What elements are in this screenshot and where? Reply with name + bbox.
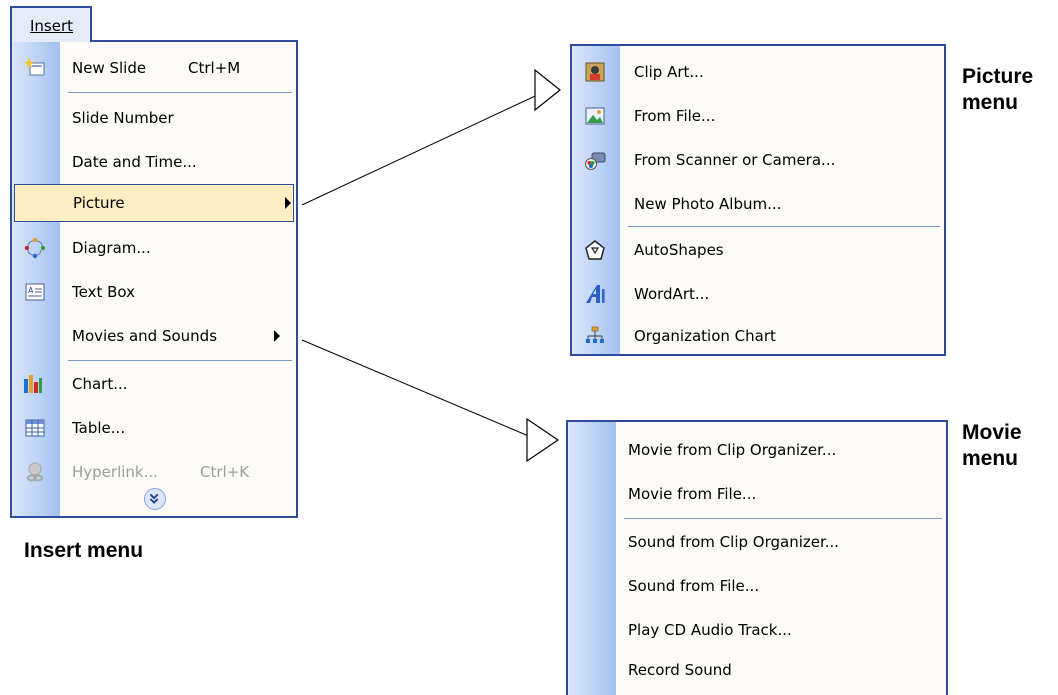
picture-menu-caption: Picture menu [962,65,1034,114]
menu-item-from-file[interactable]: From File... [572,94,944,138]
insert-menu-title-label: Insert [30,17,74,35]
menu-item-play-cd-audio-track[interactable]: Play CD Audio Track... [568,608,946,652]
menu-item-sound-from-clip-organizer[interactable]: Sound from Clip Organizer... [568,520,946,564]
menu-item-picture[interactable]: Picture [14,184,294,222]
play-cd-audio-track-label: Play CD Audio Track... [628,621,792,639]
submenu-arrow-icon [274,330,280,342]
insert-menu-caption: Insert menu [24,539,144,562]
movies-and-sounds-label: Movies and Sounds [72,327,218,345]
picture-label: Picture [73,194,125,212]
new-slide-shortcut: Ctrl+M [188,59,241,77]
wordart-label: WordArt... [634,285,710,303]
diagram-icon [24,237,46,259]
svg-text:A: A [28,286,34,295]
menu-item-clip-art[interactable]: Clip Art... [572,50,944,94]
hyperlink-label: Hyperlink... [72,463,158,481]
clip-art-icon [585,62,605,82]
clip-art-label: Clip Art... [634,63,704,81]
from-file-label: From File... [634,107,716,125]
menu-item-record-sound[interactable]: Record Sound [568,648,946,692]
menu-item-chart[interactable]: Chart... [12,362,296,406]
sound-from-file-label: Sound from File... [628,577,760,595]
menu-item-sound-from-file[interactable]: Sound from File... [568,564,946,608]
chart-label: Chart... [72,375,128,393]
date-and-time-label: Date and Time... [72,153,197,171]
new-photo-album-label: New Photo Album... [634,195,782,213]
expand-menu-button[interactable] [144,488,166,510]
organization-chart-label: Organization Chart [634,327,776,345]
menu-separator [68,360,292,361]
movie-menu-caption: Movie menu [962,421,1022,470]
insert-menu: New Slide Ctrl+M Slide Number Date and T… [10,40,298,518]
menu-item-table[interactable]: Table... [12,406,296,450]
menu-item-date-and-time[interactable]: Date and Time... [12,140,296,184]
slide-number-label: Slide Number [72,109,174,127]
scanner-camera-icon [585,152,606,170]
menu-item-movie-from-file[interactable]: Movie from File... [568,472,946,516]
picture-callout-line [301,89,549,206]
menu-item-movie-from-clip-organizer[interactable]: Movie from Clip Organizer... [568,428,946,472]
menu-item-new-photo-album[interactable]: New Photo Album... [572,182,944,226]
submenu-arrow-icon [285,197,291,209]
movie-menu: Movie from Clip Organizer... Movie from … [566,420,948,695]
movie-from-clip-organizer-label: Movie from Clip Organizer... [628,441,837,459]
sound-from-clip-organizer-label: Sound from Clip Organizer... [628,533,840,551]
menu-item-wordart[interactable]: WordArt... [572,272,944,316]
menu-separator [628,226,940,227]
from-file-icon [585,107,605,125]
chart-icon [24,375,42,393]
picture-menu: Clip Art... From File... From Scanner or… [570,44,946,356]
menu-item-slide-number[interactable]: Slide Number [12,96,296,140]
org-chart-icon [586,326,604,343]
menu-item-text-box[interactable]: A Text Box [12,270,296,314]
wordart-icon [586,285,605,303]
hyperlink-icon [27,462,43,482]
autoshapes-icon [585,240,605,260]
menu-separator [624,518,942,519]
text-box-icon: A [25,283,45,301]
autoshapes-label: AutoShapes [634,241,724,259]
movie-pointer-triangle [526,417,560,463]
movie-from-file-label: Movie from File... [628,485,757,503]
menu-item-autoshapes[interactable]: AutoShapes [572,228,944,272]
menu-item-from-scanner-or-camera[interactable]: From Scanner or Camera... [572,138,944,182]
menu-item-new-slide[interactable]: New Slide Ctrl+M [12,46,296,90]
menu-item-organization-chart[interactable]: Organization Chart [572,314,944,358]
chevron-double-down-icon [149,493,159,504]
movie-callout-line [301,339,539,441]
menu-item-diagram[interactable]: Diagram... [12,226,296,270]
menu-item-movies-and-sounds[interactable]: Movies and Sounds [12,314,296,358]
from-scanner-or-camera-label: From Scanner or Camera... [634,151,836,169]
diagram-label: Diagram... [72,239,151,257]
table-label: Table... [72,419,126,437]
picture-pointer-triangle [534,68,561,112]
text-box-label: Text Box [72,283,135,301]
menu-separator [68,92,292,93]
new-slide-icon [24,58,45,76]
record-sound-label: Record Sound [628,661,732,679]
insert-menu-title[interactable]: Insert [10,6,92,42]
table-icon [25,419,45,437]
hyperlink-shortcut: Ctrl+K [200,463,250,481]
new-slide-label: New Slide [72,59,147,77]
